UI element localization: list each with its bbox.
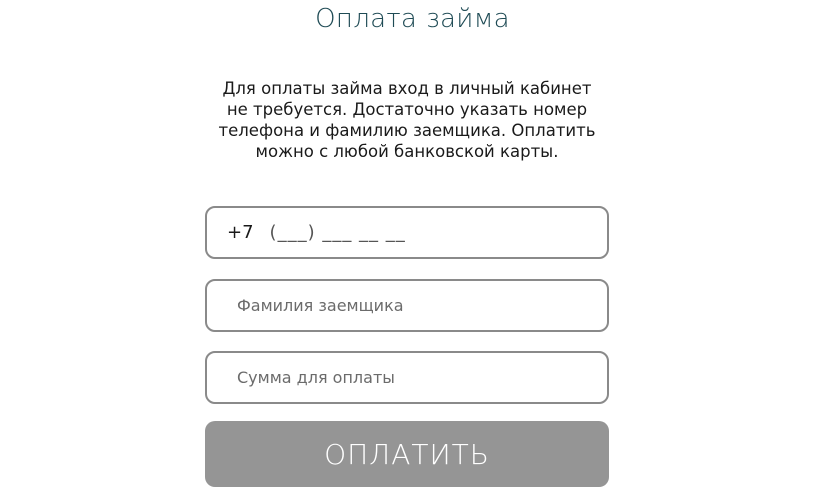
page-title: Оплата займа: [315, 4, 510, 34]
surname-input[interactable]: [207, 281, 607, 330]
phone-field[interactable]: +7 (___) ___ __ __: [205, 206, 609, 259]
pay-button[interactable]: ОПЛАТИТЬ: [205, 421, 609, 487]
amount-input[interactable]: [207, 353, 607, 402]
payment-description: Для оплаты займа вход в личный кабинет н…: [218, 79, 596, 161]
phone-prefix: +7: [227, 222, 254, 243]
phone-mask[interactable]: (___) ___ __ __: [270, 222, 406, 243]
amount-field-wrapper: [205, 351, 609, 404]
surname-field-wrapper: [205, 279, 609, 332]
